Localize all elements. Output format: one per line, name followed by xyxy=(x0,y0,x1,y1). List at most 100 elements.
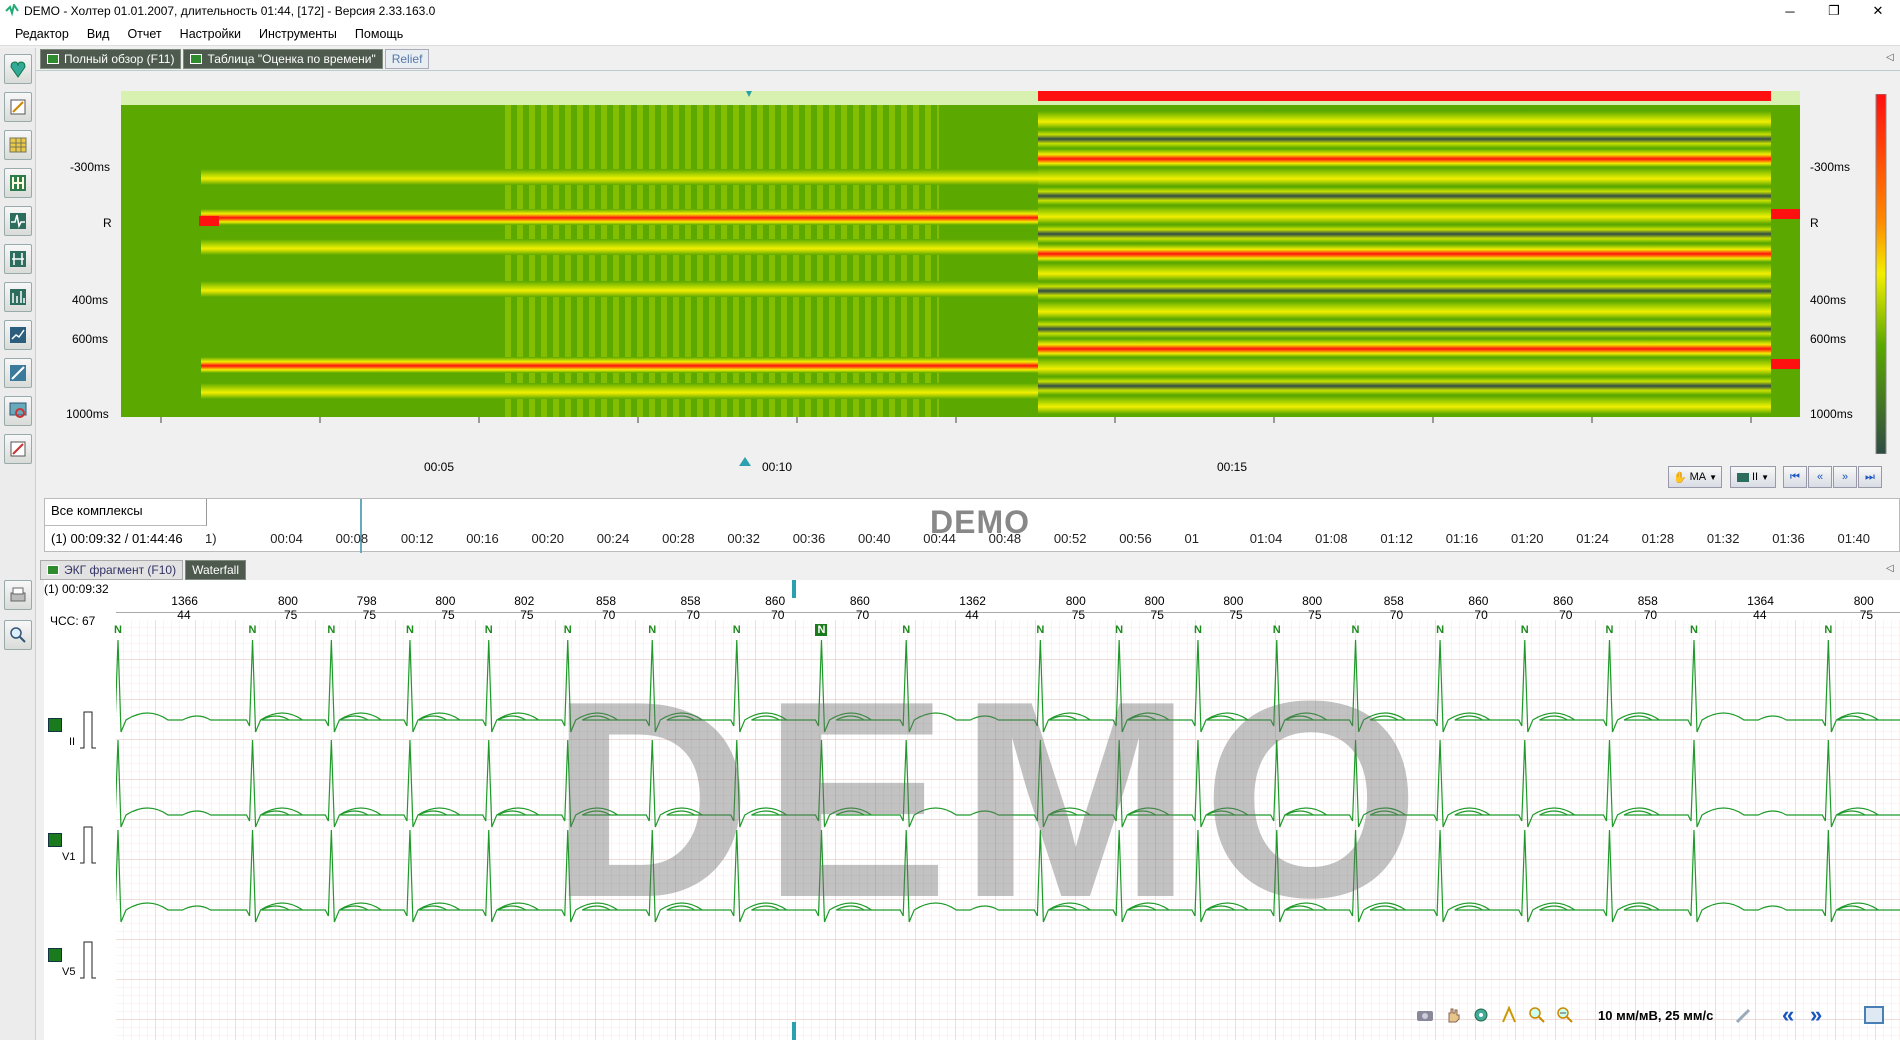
relief-band xyxy=(1038,301,1771,319)
search-icon[interactable] xyxy=(4,396,32,426)
calibration-pulse-icon xyxy=(80,941,96,979)
timeline-tick: 01 xyxy=(1184,531,1199,546)
tab-relief[interactable]: Relief xyxy=(384,49,430,69)
window-title: DEMO - Холтер 01.01.2007, длительность 0… xyxy=(24,4,436,18)
rr-interval: 858 xyxy=(680,594,701,608)
first-page-button[interactable]: ⏮ xyxy=(1783,466,1807,488)
caliper-icon[interactable] xyxy=(1498,1004,1520,1026)
close-button[interactable]: ✕ xyxy=(1856,0,1900,22)
beat-label[interactable]: N xyxy=(1690,624,1698,636)
beat-label[interactable]: N xyxy=(114,624,122,636)
st-segment-icon[interactable] xyxy=(4,358,32,388)
cursor-marker-icon[interactable] xyxy=(739,457,751,466)
beat-label[interactable]: N xyxy=(1352,624,1360,636)
tab-waterfall[interactable]: Waterfall xyxy=(185,560,247,580)
last-page-button[interactable]: ⏭ xyxy=(1858,466,1882,488)
timeline-tick: 01:24 xyxy=(1576,531,1609,546)
zoom-search-icon[interactable] xyxy=(4,620,32,650)
lead-ii-toggle[interactable] xyxy=(48,718,62,732)
chevron-down-icon: ▼ xyxy=(1709,472,1718,482)
restore-button[interactable]: ❐ xyxy=(1812,0,1856,22)
title-bar: DEMO - Холтер 01.01.2007, длительность 0… xyxy=(0,0,1900,22)
print-icon[interactable] xyxy=(4,580,32,610)
minimize-button[interactable]: ─ xyxy=(1768,0,1812,22)
window-toggle-icon[interactable] xyxy=(1864,1006,1884,1024)
tab-time-table[interactable]: Таблица "Оценка по времени" xyxy=(183,49,383,69)
hand-icon: ✋ xyxy=(1672,471,1687,484)
edit-icon[interactable] xyxy=(4,92,32,122)
relief-band xyxy=(199,216,219,226)
beat-label[interactable]: N xyxy=(1273,624,1281,636)
top-tabs: Полный обзор (F11) Таблица "Оценка по вр… xyxy=(40,49,431,69)
hand-tool-icon[interactable] xyxy=(1442,1004,1464,1026)
bars-icon[interactable] xyxy=(4,168,32,198)
beat-label[interactable]: N xyxy=(1194,624,1202,636)
ruler-icon[interactable] xyxy=(1732,1005,1754,1027)
complex-filter-select[interactable]: Все комплексы xyxy=(45,499,207,526)
beat-label[interactable]: N xyxy=(902,624,910,636)
prev-page-button[interactable]: « xyxy=(1808,466,1832,488)
heart-icon[interactable] xyxy=(4,54,32,84)
beat-label[interactable]: N xyxy=(406,624,414,636)
histogram-icon[interactable] xyxy=(4,282,32,312)
beat-label[interactable]: N xyxy=(1824,624,1832,636)
table-icon[interactable] xyxy=(4,130,32,160)
trend-icon[interactable] xyxy=(4,320,32,350)
relief-band xyxy=(121,239,1038,255)
relief-band xyxy=(1038,149,1771,167)
double-left-icon: « xyxy=(1816,471,1824,483)
beat-label[interactable]: N xyxy=(1036,624,1044,636)
rr-interval: 800 xyxy=(1302,594,1323,608)
beat-label[interactable]: N xyxy=(733,624,741,636)
relief-ylabel-left-3: 400ms xyxy=(72,293,109,307)
lead-v5-toggle[interactable] xyxy=(48,948,62,962)
relief-band xyxy=(121,209,1038,225)
beat-label[interactable]: N xyxy=(564,624,572,636)
ecg-wave-icon[interactable] xyxy=(4,206,32,236)
collapse-arrow-icon[interactable]: ◁ xyxy=(1886,563,1894,574)
collapse-arrow-icon[interactable]: ◁ xyxy=(1886,52,1894,63)
beat-label[interactable]: N xyxy=(815,624,828,636)
ecg-cursor-bottom[interactable] xyxy=(792,1022,796,1040)
menu-tools[interactable]: Инструменты xyxy=(250,27,346,41)
beat-label[interactable]: N xyxy=(249,624,257,636)
gear-icon[interactable] xyxy=(1470,1004,1492,1026)
hr-value: 70 xyxy=(1474,608,1488,622)
tab-ecg-fragment[interactable]: ЭКГ фрагмент (F10) xyxy=(40,560,184,580)
filter-dropdown[interactable]: ✋ MA ▼ xyxy=(1668,466,1722,488)
demo-watermark-large: DEMO xyxy=(550,644,1430,956)
rhythm-icon[interactable] xyxy=(4,244,32,274)
menu-view[interactable]: Вид xyxy=(78,27,119,41)
demo-watermark-small: DEMO xyxy=(930,504,1030,540)
beat-label[interactable]: N xyxy=(1521,624,1529,636)
menu-editor[interactable]: Редактор xyxy=(6,27,78,41)
beat-label[interactable]: N xyxy=(1436,624,1444,636)
lead-dropdown[interactable]: II ▼ xyxy=(1730,466,1776,488)
lead-v1-toggle[interactable] xyxy=(48,833,62,847)
beat-label[interactable]: N xyxy=(1605,624,1613,636)
zoom-in-icon[interactable] xyxy=(1526,1004,1548,1026)
prev-page-icon[interactable]: « xyxy=(1782,1004,1802,1026)
beat-label[interactable]: N xyxy=(1115,624,1123,636)
timeline-tick: 00:24 xyxy=(596,531,630,546)
tab-waterfall-label: Waterfall xyxy=(192,563,240,577)
next-page-icon[interactable]: » xyxy=(1810,1004,1830,1026)
menu-settings[interactable]: Настройки xyxy=(171,27,250,41)
menu-report[interactable]: Отчет xyxy=(118,27,170,41)
pencil-icon[interactable] xyxy=(4,434,32,464)
double-right-icon: » xyxy=(1841,471,1849,483)
next-page-button[interactable]: » xyxy=(1833,466,1857,488)
menu-help[interactable]: Помощь xyxy=(346,27,412,41)
zoom-out-icon[interactable] xyxy=(1554,1004,1576,1026)
rr-interval: 800 xyxy=(1144,594,1165,608)
beat-label[interactable]: N xyxy=(648,624,656,636)
camera-icon[interactable] xyxy=(1414,1004,1436,1026)
tab-full-overview[interactable]: Полный обзор (F11) xyxy=(40,49,182,69)
relief-chart[interactable] xyxy=(121,91,1800,452)
beat-label[interactable]: N xyxy=(327,624,335,636)
ecg-speed-label[interactable]: 10 мм/мВ, 25 мм/с xyxy=(1598,1008,1713,1023)
ecg-cursor-top[interactable] xyxy=(792,580,796,598)
relief-xlabel-1: 00:05 xyxy=(424,460,455,474)
beat-label[interactable]: N xyxy=(485,624,493,636)
timeline-tick: 01:16 xyxy=(1445,531,1479,546)
